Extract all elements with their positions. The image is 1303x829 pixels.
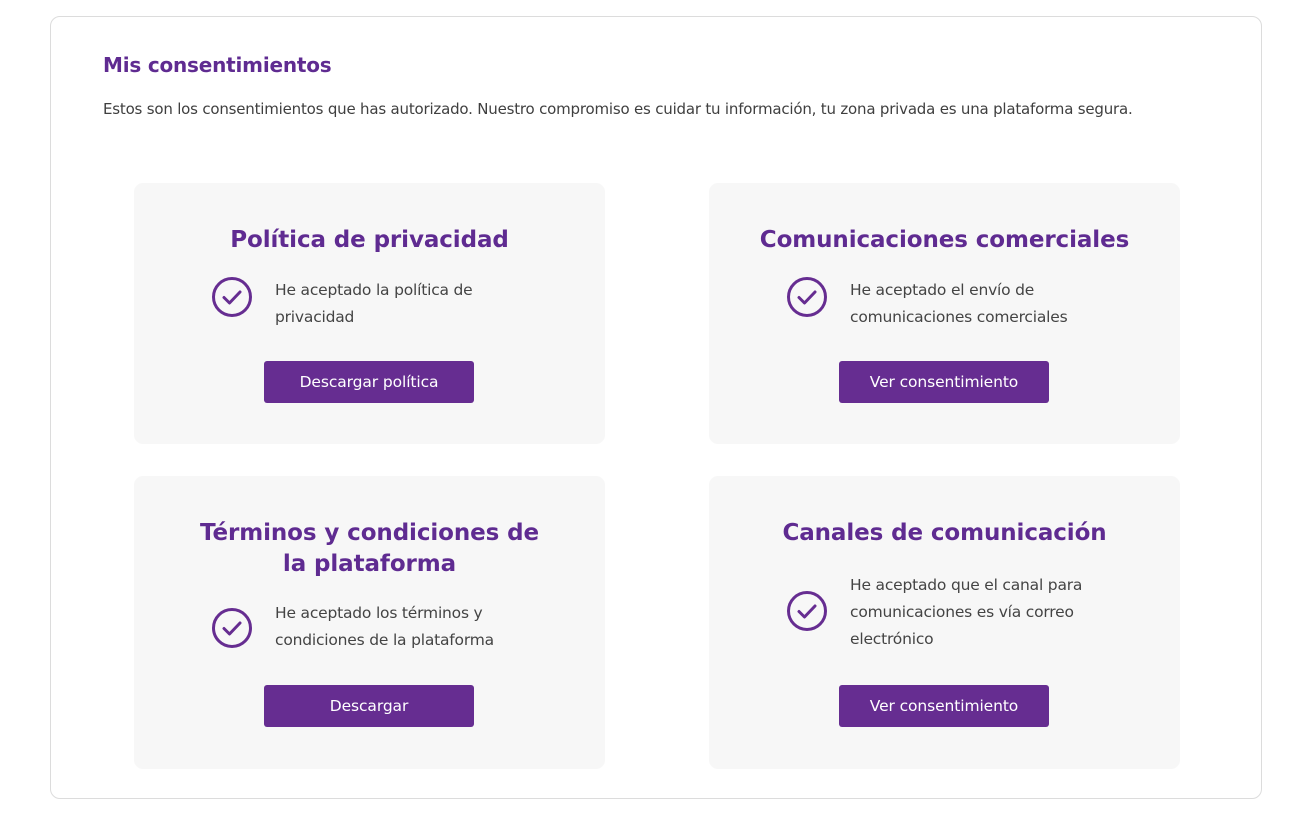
- card-title: Términos y condiciones de la plataforma: [199, 520, 539, 577]
- download-policy-button[interactable]: Descargar política: [264, 361, 474, 403]
- section-description: Estos son los consentimientos que has au…: [103, 100, 1133, 118]
- section-title: Mis consentimientos: [103, 53, 332, 77]
- consent-status-text: He aceptado que el canal para comunicaci…: [850, 576, 1083, 648]
- consent-card-communication-channels: Canales de comunicación He aceptado que …: [709, 476, 1180, 769]
- check-circle-icon: [212, 608, 252, 648]
- download-button[interactable]: Descargar: [264, 685, 474, 727]
- check-circle-icon: [212, 277, 252, 317]
- check-circle-icon: [787, 591, 827, 631]
- consent-card-commercial-communications: Comunicaciones comerciales He aceptado e…: [709, 183, 1180, 444]
- consent-status-text: He aceptado la política de privacidad: [275, 281, 473, 326]
- consents-panel: Mis consentimientos Estos son los consen…: [50, 16, 1262, 799]
- check-circle-icon: [787, 277, 827, 317]
- view-consent-button[interactable]: Ver consentimiento: [839, 685, 1049, 727]
- consent-card-privacy-policy: Política de privacidad He aceptado la po…: [134, 183, 605, 444]
- consent-card-terms-conditions: Términos y condiciones de la plataforma …: [134, 476, 605, 769]
- consent-status-text: He aceptado los términos y condiciones d…: [275, 604, 494, 649]
- card-title: Canales de comunicación: [782, 520, 1107, 546]
- card-title: Comunicaciones comerciales: [759, 227, 1130, 253]
- view-consent-button[interactable]: Ver consentimiento: [839, 361, 1049, 403]
- card-title: Política de privacidad: [230, 227, 509, 253]
- consent-status-text: He aceptado el envío de comunicaciones c…: [850, 281, 1068, 326]
